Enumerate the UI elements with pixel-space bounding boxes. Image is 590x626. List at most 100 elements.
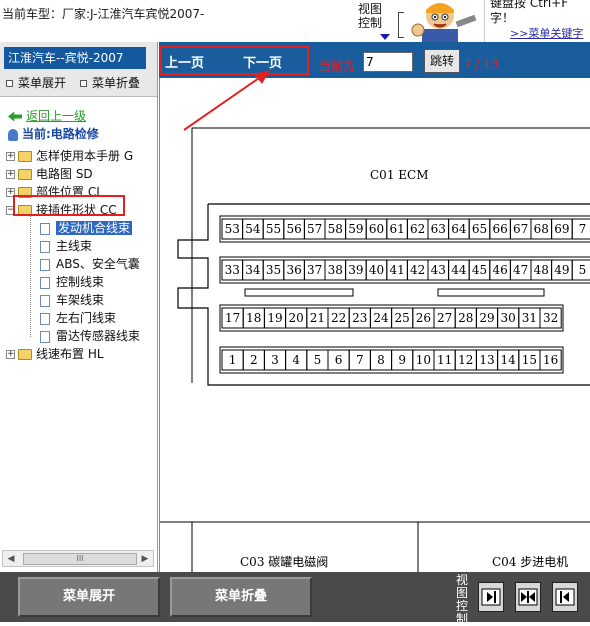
arrow-left-bar-icon	[555, 588, 575, 606]
tree-child-control[interactable]: 控制线束	[40, 273, 104, 291]
vehicle-label: 当前车型：厂家:J-江淮汽车宾悦2007-	[2, 7, 205, 21]
pin-label: 28	[458, 311, 473, 325]
pin-label: 63	[431, 222, 446, 236]
pin-label: 43	[431, 263, 446, 277]
tree-child-main[interactable]: 主线束	[40, 237, 92, 255]
shortcut-hint: 键盘按 Ctrl+F 字！	[490, 0, 569, 25]
pin-label: 5	[579, 263, 587, 277]
c04-label: C04 步进电机	[492, 555, 568, 569]
pin-label: 60	[369, 222, 384, 236]
pin-label: 23	[352, 311, 367, 325]
pin-label: 21	[310, 311, 325, 325]
pin-label: 27	[437, 311, 452, 325]
tree-child-engine[interactable]: 发动机合线束	[40, 219, 133, 237]
document-icon	[40, 276, 50, 289]
split-view-button[interactable]	[515, 582, 541, 612]
left-panel: 江淮汽车--宾悦-2007 菜单展开 菜单折叠 返回上一级 当前:电路检修 + 怎…	[0, 42, 158, 576]
pin-label: 5	[314, 353, 322, 367]
ecm-title: C01 ECM	[370, 168, 429, 182]
document-icon	[40, 312, 50, 325]
page-navigation-bar: 上一页 下一页 当前为 跳转 7 / 13	[159, 42, 590, 78]
tree-child-door[interactable]: 左右门线束	[40, 309, 116, 327]
bottom-toolbar: 菜单展开 菜单折叠 视 图 控 制	[0, 572, 590, 626]
pin-label: 31	[522, 311, 537, 325]
pin-label: 14	[501, 353, 517, 367]
pin-label: 45	[472, 263, 487, 277]
pin-label: 54	[245, 222, 261, 236]
tree-item-circuit[interactable]: + 电路图 SD	[6, 165, 93, 183]
pin-label: 10	[416, 353, 431, 367]
pin-label: 19	[267, 311, 282, 325]
scroll-thumb[interactable]: III	[23, 553, 137, 565]
pin-label: 8	[377, 353, 385, 367]
pin-label: 49	[554, 263, 569, 277]
pin-label: 39	[348, 263, 363, 277]
collapse-menu-button[interactable]: 菜单折叠	[80, 74, 140, 91]
pin-label: 26	[416, 311, 431, 325]
key-slot-left	[244, 288, 354, 297]
pin-row-4: 1 2 3 4 5 6 7 8 9 10 11 12 13 14 15 16	[221, 349, 562, 371]
pin-label: 59	[348, 222, 363, 236]
bottom-collapse-button[interactable]: 菜单折叠	[170, 577, 312, 617]
pin-label: 20	[289, 311, 304, 325]
document-icon	[40, 294, 50, 307]
bottom-expand-button[interactable]: 菜单展开	[18, 577, 160, 617]
pin-label: 7	[579, 222, 587, 236]
expand-plus-icon[interactable]: +	[6, 152, 15, 161]
pin-label: 57	[307, 222, 322, 236]
back-arrow-icon	[8, 111, 22, 122]
pin-label: 44	[451, 263, 467, 277]
pin-label: 55	[266, 222, 281, 236]
pin-label: 6	[335, 353, 343, 367]
pin-row-1: 53 54 55 56 57 58 59 60 61 62 63 64 65 66 67 68 69 7	[221, 218, 590, 240]
tree-item-manual[interactable]: + 怎样使用本手册 G	[6, 147, 133, 165]
vehicle-brand-label: 江淮汽车--宾悦-2007	[4, 47, 146, 69]
expand-plus-icon[interactable]: +	[6, 170, 15, 179]
page-number-input[interactable]	[363, 52, 413, 72]
tree-item-wiring-layout[interactable]: + 线速布置 HL	[6, 345, 104, 363]
pin-label: 48	[534, 263, 549, 277]
tree-child-abs[interactable]: ABS、安全气囊	[40, 255, 140, 273]
pin-label: 4	[292, 353, 300, 367]
mechanic-mascot-icon	[404, 0, 480, 42]
pin-label: 58	[328, 222, 343, 236]
tree-child-frame[interactable]: 车架线束	[40, 291, 104, 309]
scroll-left-icon[interactable]: ◀	[4, 552, 18, 566]
pin-label: 2	[250, 353, 258, 367]
jump-button[interactable]: 跳转	[424, 49, 460, 73]
pin-label: 38	[328, 263, 343, 277]
pin-label: 35	[266, 263, 281, 277]
folder-icon	[18, 169, 32, 180]
pin-label: 61	[389, 222, 404, 236]
document-icon	[40, 222, 50, 235]
pin-label: 32	[543, 311, 558, 325]
page-count: 7 / 13	[464, 57, 499, 71]
dropdown-indicator-icon[interactable]	[380, 34, 390, 40]
pin-label: 18	[246, 311, 261, 325]
pin-label: 69	[554, 222, 569, 236]
document-icon	[40, 258, 50, 271]
key-slot-right	[437, 288, 545, 297]
arrow-right-bar-icon	[481, 588, 501, 606]
scroll-right-icon[interactable]: ▶	[138, 552, 152, 566]
menu-keyword-link[interactable]: >>菜单关键字	[510, 25, 583, 41]
pin-label: 41	[389, 263, 404, 277]
folder-icon	[18, 151, 32, 162]
pin-label: 65	[472, 222, 487, 236]
pin-label: 56	[286, 222, 301, 236]
document-icon	[40, 330, 50, 343]
bottom-view-control-label: 视 图 控 制	[456, 573, 469, 626]
expand-plus-icon[interactable]: +	[6, 350, 15, 359]
expand-menu-button[interactable]: 菜单展开	[6, 74, 66, 91]
tree-child-radar[interactable]: 雷达传感器线束	[40, 327, 140, 345]
pin-label: 30	[501, 311, 516, 325]
pin-label: 24	[373, 311, 389, 325]
expand-right-button[interactable]	[478, 582, 504, 612]
pin-label: 7	[356, 353, 364, 367]
tree-horizontal-scrollbar[interactable]: ◀ III ▶	[2, 550, 154, 567]
pin-label: 37	[307, 263, 322, 277]
collapse-left-button[interactable]	[552, 582, 578, 612]
tree-back-link[interactable]: 返回上一级	[8, 107, 86, 125]
tree-connector-line	[30, 215, 31, 337]
pin-label: 33	[225, 263, 240, 277]
